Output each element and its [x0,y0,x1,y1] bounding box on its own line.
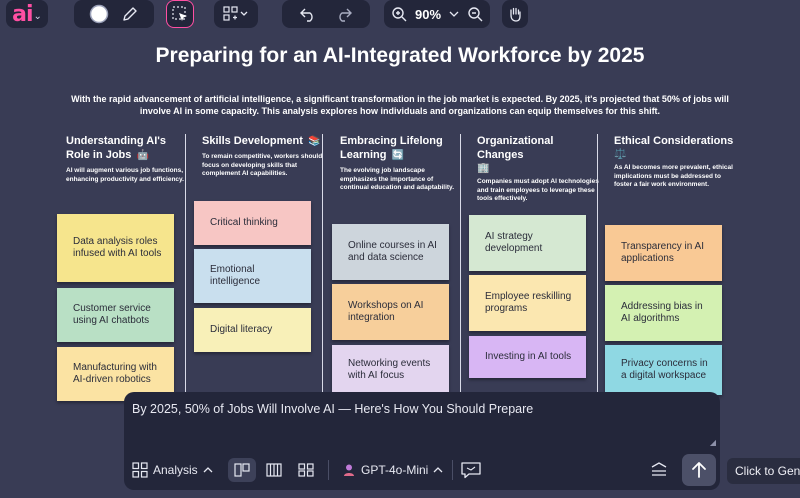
mode-selector[interactable]: Analysis [132,462,213,478]
model-icon [342,463,356,477]
board-view-button[interactable] [228,458,256,482]
sticky-note[interactable]: Customer service using AI chatbots [57,288,174,342]
chevron-down-icon: ⌄ [33,10,42,22]
grid-icon [132,462,148,478]
layout-menu-button[interactable] [214,0,258,28]
column-description: AI will augment various job functions, e… [66,167,184,183]
layout-grid-icon [223,6,249,22]
color-circle-icon[interactable] [89,4,109,24]
pencil-icon[interactable] [121,5,139,23]
zoom-controls: 90% [384,0,490,28]
model-label: GPT-4o-Mini [361,463,429,477]
select-cursor-icon [171,5,189,23]
redo-icon[interactable] [335,6,353,22]
column-title: Ethical Considerations [614,135,734,147]
sticky-note[interactable]: Employee reskilling programs [469,275,586,331]
chevron-up-icon [433,466,443,474]
resize-handle-icon[interactable]: ◢ [710,438,716,447]
intro-paragraph: With the rapid advancement of artificial… [71,94,729,116]
undo-icon[interactable] [299,6,317,22]
sticky-note[interactable]: Investing in AI tools [469,336,586,378]
view-toggle-group [228,458,320,482]
sticky-note[interactable]: Emotional intelligence [194,249,311,303]
column-title: Embracing Lifelong Learning 🔄 [340,135,443,161]
column-description: Companies must adopt AI technologies and… [477,178,599,202]
column-title: Organizational Changes [477,135,554,161]
toolbar-divider [452,460,453,480]
model-selector[interactable]: GPT-4o-Mini [342,463,443,477]
chevron-down-icon[interactable] [449,10,459,18]
cycle-icon: 🔄 [391,150,404,161]
prompt-panel: By 2025, 50% of Jobs Will Involve AI — H… [124,392,720,490]
column-divider [322,134,323,392]
sticky-note[interactable]: Data analysis roles infused with AI tool… [57,214,174,282]
column-header-learning: Embracing Lifelong Learning 🔄 The evolvi… [340,134,462,193]
zoom-out-icon[interactable] [467,6,483,22]
chat-button[interactable] [460,461,482,479]
column-divider [597,134,598,392]
history-tools [282,0,370,28]
pan-tool-button[interactable] [502,0,528,28]
prompt-toolbar: Analysis GPT-4o-Mini [124,454,720,486]
sticky-note[interactable]: AI strategy development [469,215,586,271]
sticky-note[interactable]: Workshops on AI integration [332,284,449,340]
logo-text: ai [12,1,33,27]
draw-tools [74,0,154,28]
column-header-organizational: Organizational Changes 🏢 Companies must … [477,134,599,204]
mode-label: Analysis [153,463,198,477]
hand-icon [507,6,523,22]
zoom-level[interactable]: 90% [415,7,441,22]
chevron-up-icon [203,466,213,474]
toolbar-divider [328,460,329,480]
column-divider [460,134,461,392]
app-logo[interactable]: ai ⌄ [6,0,48,28]
layers-button[interactable] [650,462,668,478]
column-description: As AI becomes more prevalent, ethical im… [614,164,733,188]
generate-tooltip: Click to Generate [727,458,800,484]
chat-bubble-icon [460,461,482,479]
sticky-note[interactable]: Online courses in AI and data science [332,224,449,280]
column-divider [185,134,186,392]
send-button[interactable] [682,454,716,486]
arrow-up-icon [691,461,707,479]
column-title: Skills Development 📚 [202,135,321,147]
grid-view-button[interactable] [292,458,320,482]
column-description: To remain competitive, workers should fo… [202,153,323,177]
robot-icon: 🤖 [136,150,149,161]
sticky-note[interactable]: Digital literacy [194,308,311,352]
column-header-ethics: Ethical Considerations ⚖️ As AI becomes … [614,134,736,190]
column-title: Understanding AI's Role in Jobs 🤖 [66,135,166,161]
books-icon: 📚 [307,136,321,147]
sticky-note[interactable]: Networking events with AI focus [332,345,449,395]
sticky-note[interactable]: Privacy concerns in a digital workspace [605,345,722,395]
select-tool-button[interactable] [166,0,194,28]
zoom-in-icon[interactable] [391,6,407,22]
sticky-note[interactable]: Critical thinking [194,201,311,245]
columns-view-button[interactable] [260,458,288,482]
page-title: Preparing for an AI-Integrated Workforce… [155,44,645,67]
column-header-ai-role: Understanding AI's Role in Jobs 🤖 AI wil… [66,134,188,184]
sticky-note[interactable]: Transparency in AI applications [605,225,722,281]
sticky-note[interactable]: Addressing bias in AI algorithms [605,285,722,341]
layers-icon [650,462,668,478]
office-building-icon: 🏢 [477,163,490,174]
column-description: The evolving job landscape emphasizes th… [340,167,455,191]
prompt-input[interactable]: By 2025, 50% of Jobs Will Involve AI — H… [132,402,533,416]
scales-icon: ⚖️ [614,149,627,160]
column-header-skills: Skills Development 📚 To remain competiti… [202,134,324,179]
